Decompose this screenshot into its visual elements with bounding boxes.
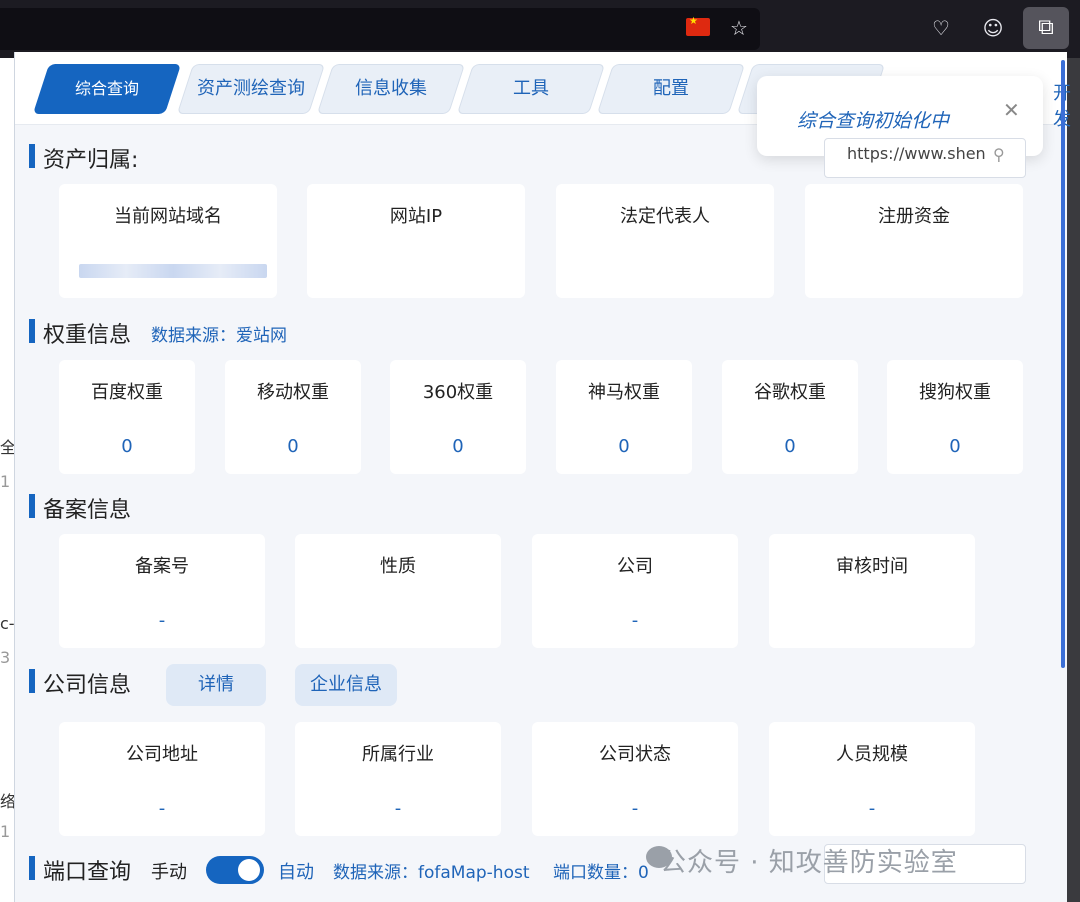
bg-fragment: 1: [0, 472, 11, 491]
card-company: 公司 -: [532, 534, 738, 648]
tab-label: 配置: [653, 78, 689, 99]
extension-panel: 综合查询 资产测绘查询 信息收集 工具 配置 开发 综合查询初始化中 ✕ ⚲ 资…: [14, 52, 1071, 902]
card-label: 移动权重: [257, 382, 329, 403]
card-label: 谷歌权重: [754, 382, 826, 403]
puzzle-icon: ⧉: [1038, 15, 1054, 40]
pocket-icon[interactable]: ♡: [928, 15, 954, 41]
tab-label: 资产测绘查询: [197, 78, 305, 99]
tab-label: 工具: [513, 78, 549, 99]
card-legal-rep: 法定代表人: [556, 184, 774, 298]
card-value: 0: [949, 436, 961, 457]
search-icon[interactable]: ⚲: [993, 145, 1005, 164]
card-label: 神马权重: [588, 382, 660, 403]
tab-label: 信息收集: [355, 78, 427, 99]
url-search-input[interactable]: [845, 143, 999, 164]
manual-label: 手动: [151, 862, 187, 883]
url-bar[interactable]: [0, 8, 760, 50]
port-source: 数据来源：fofaMap-host: [333, 863, 530, 883]
card-label: 性质: [380, 556, 416, 577]
scrollbar[interactable]: [1061, 60, 1065, 668]
port-count: 端口数量：0: [553, 863, 649, 883]
card-value: 0: [121, 436, 133, 457]
card-label: 注册资金: [878, 206, 950, 227]
card-label: 公司状态: [599, 744, 671, 765]
card-value: -: [158, 798, 166, 819]
account-icon[interactable]: ☺: [980, 15, 1006, 41]
tab-asset-mapping[interactable]: 资产测绘查询: [176, 64, 326, 114]
card-label: 公司地址: [126, 744, 198, 765]
card-sogou-weight: 搜狗权重 0: [887, 360, 1023, 474]
card-company-status: 公司状态 -: [532, 722, 738, 836]
card-nature: 性质: [295, 534, 501, 648]
card-label: 法定代表人: [620, 206, 710, 227]
card-label: 所属行业: [362, 744, 434, 765]
card-mobile-weight: 移动权重 0: [225, 360, 361, 474]
mode-toggle[interactable]: [206, 856, 264, 884]
card-label: 审核时间: [836, 556, 908, 577]
card-value: -: [868, 798, 876, 819]
extensions-button[interactable]: ⧉: [1023, 7, 1069, 49]
card-ip: 网站IP: [307, 184, 525, 298]
card-value: 0: [618, 436, 630, 457]
card-value: 0: [784, 436, 796, 457]
card-capital: 注册资金: [805, 184, 1023, 298]
close-icon[interactable]: ✕: [1003, 98, 1020, 122]
section-title-weight: 权重信息: [29, 317, 131, 349]
card-label: 备案号: [135, 556, 189, 577]
tab-label: 综合查询: [74, 79, 139, 98]
card-label: 当前网站域名: [114, 206, 222, 227]
bookmark-star-icon[interactable]: ☆: [726, 15, 752, 41]
toast-message: 综合查询初始化中: [797, 110, 950, 132]
bg-fragment: c-: [0, 614, 15, 633]
section-title-company: 公司信息: [29, 667, 131, 699]
card-company-address: 公司地址 -: [59, 722, 265, 836]
card-value: 0: [287, 436, 299, 457]
card-value: -: [158, 610, 166, 631]
card-label: 百度权重: [91, 382, 163, 403]
card-label: 网站IP: [389, 206, 443, 227]
tab-config[interactable]: 配置: [596, 64, 746, 114]
card-label: 360权重: [422, 382, 494, 403]
auto-label: 自动: [278, 862, 314, 883]
card-shenma-weight: 神马权重 0: [556, 360, 692, 474]
weight-source: 数据来源：爱站网: [151, 326, 287, 346]
url-search-box: ⚲: [824, 138, 1026, 178]
bg-fragment: 3: [0, 648, 11, 667]
tab-info-gathering[interactable]: 信息收集: [316, 64, 466, 114]
card-label: 搜狗权重: [919, 382, 991, 403]
card-staff-size: 人员规模 -: [769, 722, 975, 836]
card-baidu-weight: 百度权重 0: [59, 360, 195, 474]
card-google-weight: 谷歌权重 0: [722, 360, 858, 474]
card-review-time: 审核时间: [769, 534, 975, 648]
tab-overview[interactable]: 综合查询: [32, 64, 182, 114]
card-industry: 所属行业 -: [295, 722, 501, 836]
enterprise-info-button[interactable]: 企业信息: [295, 664, 397, 706]
detail-button[interactable]: 详情: [166, 664, 266, 706]
card-value: -: [631, 610, 639, 631]
redacted-domain: [79, 264, 267, 278]
browser-toolbar: ☆ ♡ ☺ ⧉: [0, 0, 1080, 58]
china-flag-icon: [686, 16, 710, 36]
card-value: -: [394, 798, 402, 819]
section-title-icp: 备案信息: [29, 492, 131, 524]
card-value: 0: [452, 436, 464, 457]
card-domain: 当前网站域名: [59, 184, 277, 298]
section-title-port: 端口查询: [29, 854, 131, 886]
toggle-knob: [238, 859, 260, 881]
card-label: 人员规模: [836, 744, 908, 765]
card-label: 公司: [617, 556, 653, 577]
bg-fragment: 1: [0, 822, 11, 841]
card-value: -: [631, 798, 639, 819]
section-title-asset: 资产归属:: [29, 142, 138, 174]
card-icp-number: 备案号 -: [59, 534, 265, 648]
tab-tools[interactable]: 工具: [456, 64, 606, 114]
card-360-weight: 360权重 0: [390, 360, 526, 474]
watermark: 公众号 · 知攻善防实验室: [660, 848, 958, 878]
